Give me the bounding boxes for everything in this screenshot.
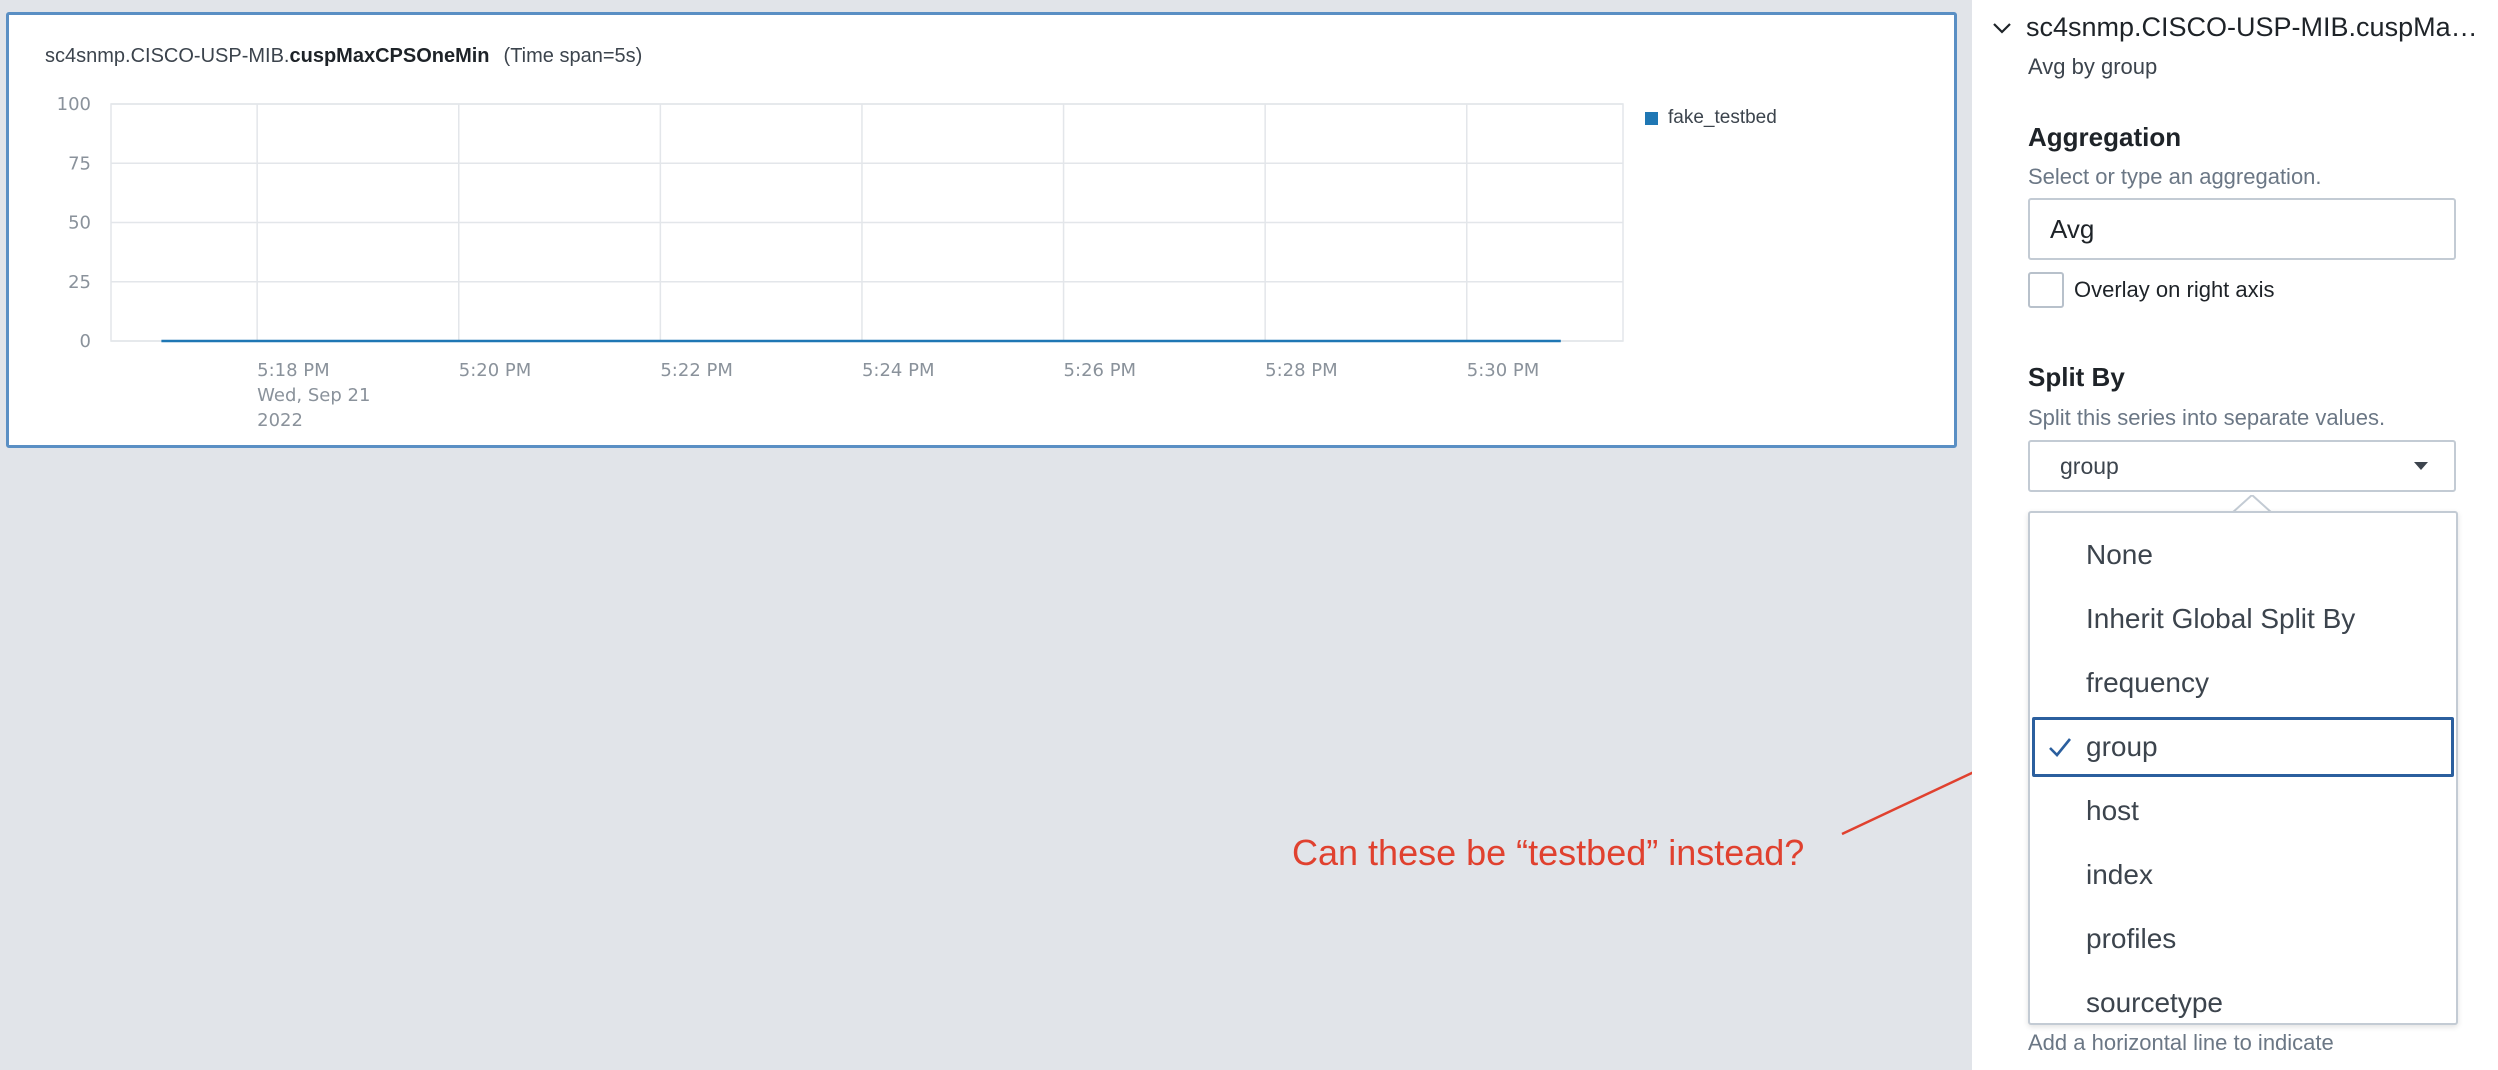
legend-swatch <box>1645 111 1658 125</box>
x-tick-label: 5:28 PM <box>1265 360 1338 381</box>
split-by-option-profiles[interactable]: profiles <box>2032 909 2454 969</box>
threshold-help: Add a horizontal line to indicate <box>2028 1030 2334 1055</box>
series-title: sc4snmp.CISCO-USP-MIB.cuspMaxC... <box>2026 12 2482 42</box>
split-by-option-inherit-global-split-by[interactable]: Inherit Global Split By <box>2032 589 2454 649</box>
split-by-option-host[interactable]: host <box>2032 781 2454 841</box>
split-by-option-label: group <box>2086 731 2158 762</box>
split-by-dropdown-menu[interactable]: None Inherit Global Split By frequency grou… <box>2028 511 2458 1025</box>
split-by-option-sourcetype[interactable]: sourcetype <box>2032 973 2454 1033</box>
split-by-title: Split By <box>2028 362 2125 392</box>
line-chart[interactable]: 0 25 50 75 100 5:18 PM Wed, Sep 21 2022 5:20 PM 5… <box>9 15 1960 451</box>
split-by-option-label: host <box>2086 795 2139 826</box>
split-by-option-label: frequency <box>2086 667 2209 698</box>
x-tick-label: 5:18 PM <box>257 360 330 381</box>
y-tick-label: 25 <box>68 272 91 293</box>
aggregation-input[interactable]: Avg <box>2028 198 2456 260</box>
split-by-option-index[interactable]: index <box>2032 845 2454 905</box>
series-header[interactable]: sc4snmp.CISCO-USP-MIB.cuspMaxC... <box>1990 12 2498 43</box>
overlay-right-axis-label: Overlay on right axis <box>2074 277 2275 302</box>
checkmark-icon <box>2049 738 2072 757</box>
x-tick-sublabel: 2022 <box>257 410 303 431</box>
y-tick-label: 0 <box>80 331 91 352</box>
aggregation-help: Select or type an aggregation. <box>2028 164 2322 189</box>
overlay-right-axis-checkbox[interactable] <box>2028 272 2064 308</box>
split-by-option-label: profiles <box>2086 923 2177 954</box>
series-config-panel: sc4snmp.CISCO-USP-MIB.cuspMaxC... Avg by… <box>1972 0 2498 1070</box>
x-tick-label: 5:26 PM <box>1064 360 1137 381</box>
aggregation-title: Aggregation <box>2028 122 2182 152</box>
y-tick-label: 100 <box>57 94 91 115</box>
split-by-option-label: index <box>2086 859 2153 890</box>
x-tick-label: 5:24 PM <box>862 360 935 381</box>
split-by-option-none[interactable]: None <box>2032 525 2454 585</box>
split-by-option-group[interactable]: group <box>2032 717 2454 777</box>
x-tick-label: 5:22 PM <box>660 360 733 381</box>
split-by-option-label: None <box>2086 539 2153 570</box>
chevron-down-icon[interactable] <box>1990 16 2014 40</box>
caret-down-icon <box>2414 462 2428 470</box>
overlay-right-axis-row[interactable]: Overlay on right axis <box>2028 272 2275 308</box>
split-by-option-label: Inherit Global Split By <box>2086 603 2356 634</box>
split-by-select[interactable]: group <box>2028 440 2456 492</box>
chart-panel[interactable]: sc4snmp.CISCO-USP-MIB.cuspMaxCPSOneMin (T… <box>6 12 1957 448</box>
split-by-option-label: sourcetype <box>2086 987 2223 1018</box>
y-tick-label: 75 <box>68 153 91 174</box>
annotation-note: Can these be “testbed” instead? <box>1292 832 1805 873</box>
chart-legend[interactable]: fake_testbed <box>1645 107 1777 129</box>
legend-label: fake_testbed <box>1668 107 1777 128</box>
split-by-option-frequency[interactable]: frequency <box>2032 653 2454 713</box>
x-tick-label: 5:30 PM <box>1467 360 1540 381</box>
x-tick-label: 5:20 PM <box>459 360 532 381</box>
y-tick-label: 50 <box>68 213 91 234</box>
split-by-selected-value: group <box>2060 452 2119 479</box>
series-subtitle: Avg by group <box>2028 54 2158 79</box>
x-tick-sublabel: Wed, Sep 21 <box>257 385 370 406</box>
split-by-help: Split this series into separate values. <box>2028 405 2386 430</box>
